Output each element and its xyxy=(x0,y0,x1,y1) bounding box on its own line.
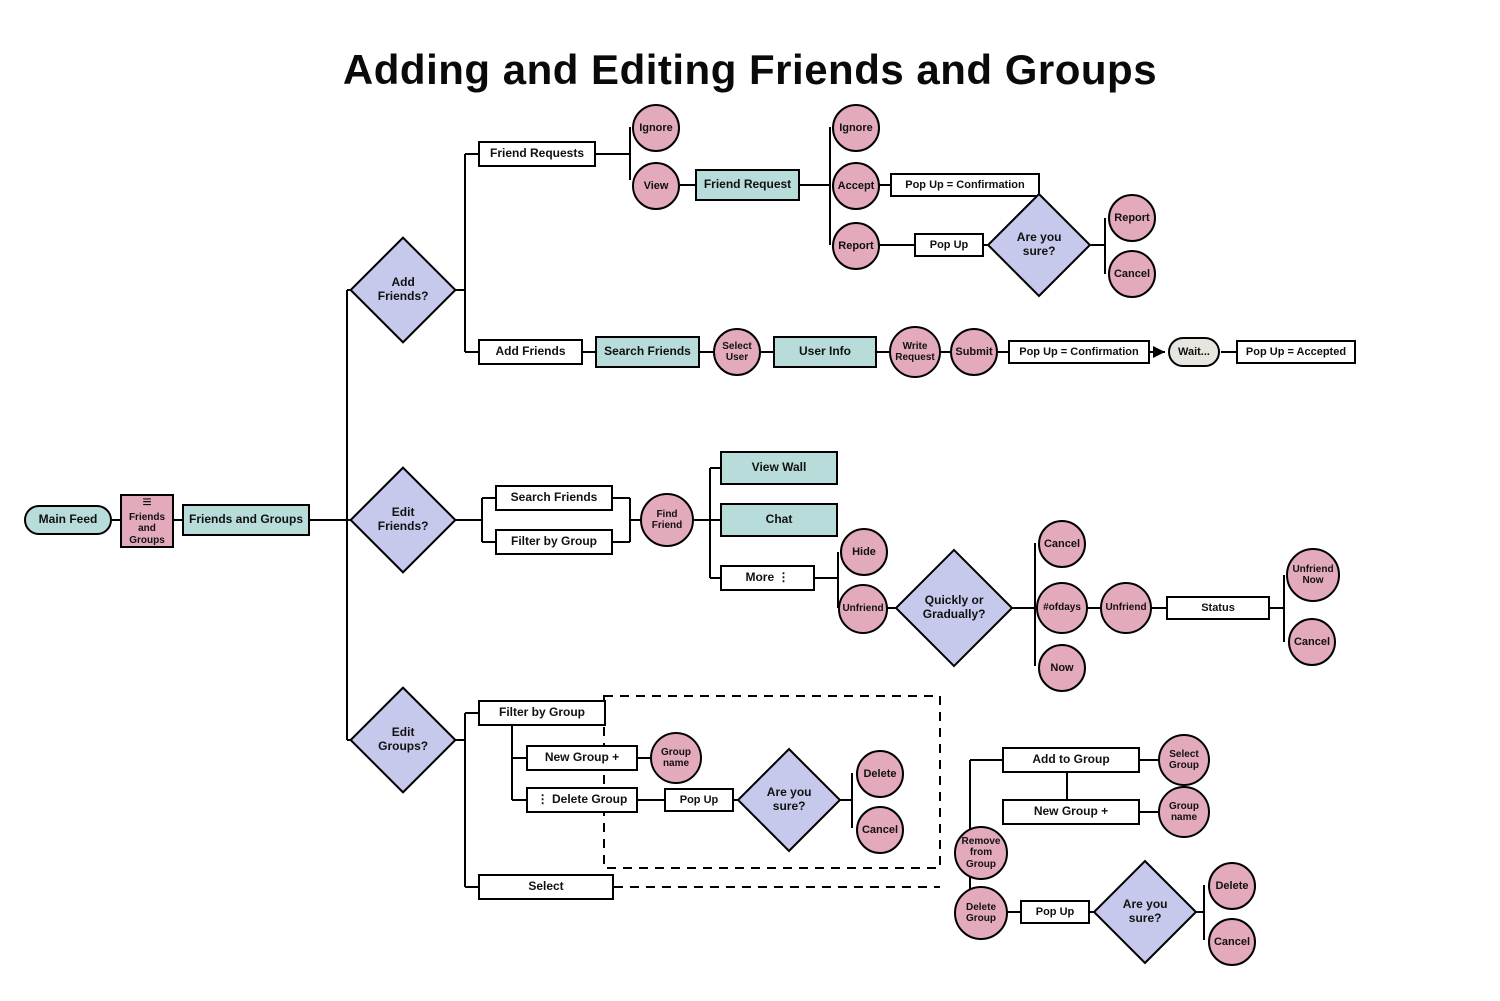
now: Now xyxy=(1038,644,1086,692)
hamburger-icon: ≡ xyxy=(142,496,151,510)
new-group-2: New Group + xyxy=(1002,799,1140,825)
popup-confirmation-1: Pop Up = Confirmation xyxy=(890,173,1040,197)
user-info: User Info xyxy=(773,336,877,368)
chat: Chat xyxy=(720,503,838,537)
status: Status xyxy=(1166,596,1270,620)
unfriend-1: Unfriend xyxy=(838,584,888,634)
decision-add-friends: Add Friends? xyxy=(349,236,456,343)
connector-lines xyxy=(0,0,1500,1001)
number-of-days: #ofdays xyxy=(1036,582,1088,634)
cancel-ef-2: Cancel xyxy=(1288,618,1336,666)
write-request: Write Request xyxy=(889,326,941,378)
ignore-2: Ignore xyxy=(832,104,880,152)
cancel-eg-1: Cancel xyxy=(856,806,904,854)
select-box: Select xyxy=(478,874,614,900)
friend-requests: Friend Requests xyxy=(478,141,596,167)
select-user: Select User xyxy=(713,328,761,376)
cancel-eg-2: Cancel xyxy=(1208,918,1256,966)
popup-accepted: Pop Up = Accepted xyxy=(1236,340,1356,364)
remove-from-group: Remove from Group xyxy=(954,826,1008,880)
are-you-sure-1: Are you sure? xyxy=(987,193,1092,298)
delete-group-2: Delete Group xyxy=(954,886,1008,940)
add-to-group: Add to Group xyxy=(1002,747,1140,773)
cancel-1: Cancel xyxy=(1108,250,1156,298)
start-main-feed: Main Feed xyxy=(24,505,112,535)
delete-group-1: ⋮ Delete Group xyxy=(526,787,638,813)
new-group-1: New Group + xyxy=(526,745,638,771)
view: View xyxy=(632,162,680,210)
flowchart-canvas: Adding and Editing Friends and Groups xyxy=(0,0,1500,1001)
ignore-1: Ignore xyxy=(632,104,680,152)
search-friends-2: Search Friends xyxy=(495,485,613,511)
popup-confirmation-2: Pop Up = Confirmation xyxy=(1008,340,1150,364)
find-friend: Find Friend xyxy=(640,493,694,547)
friends-and-groups-page: Friends and Groups xyxy=(182,504,310,536)
report-2: Report xyxy=(1108,194,1156,242)
friend-request: Friend Request xyxy=(695,169,800,201)
submit: Submit xyxy=(950,328,998,376)
delete-2: Delete xyxy=(1208,862,1256,910)
filter-by-group-1: Filter by Group xyxy=(495,529,613,555)
popup-1: Pop Up xyxy=(914,233,984,257)
filter-by-group-2: Filter by Group xyxy=(478,700,606,726)
are-you-sure-3: Are you sure? xyxy=(1093,860,1198,965)
are-you-sure-2: Are you sure? xyxy=(737,748,842,853)
page-title: Adding and Editing Friends and Groups xyxy=(0,46,1500,94)
group-name-2: Group name xyxy=(1158,786,1210,838)
delete-1: Delete xyxy=(856,750,904,798)
friends-groups-button: ≡ Friends and Groups xyxy=(120,494,174,548)
unfriend-2: Unfriend xyxy=(1100,582,1152,634)
popup-3: Pop Up xyxy=(1020,900,1090,924)
report: Report xyxy=(832,222,880,270)
hide: Hide xyxy=(840,528,888,576)
unfriend-now: Unfriend Now xyxy=(1286,548,1340,602)
group-name-1: Group name xyxy=(650,732,702,784)
quickly-gradually: Quickly or Gradually? xyxy=(895,549,1014,668)
select-group: Select Group xyxy=(1158,734,1210,786)
wait: Wait... xyxy=(1168,337,1220,367)
decision-edit-friends: Edit Friends? xyxy=(349,466,456,573)
accept: Accept xyxy=(832,162,880,210)
decision-edit-groups: Edit Groups? xyxy=(349,686,456,793)
view-wall: View Wall xyxy=(720,451,838,485)
add-friends-box: Add Friends xyxy=(478,339,583,365)
popup-2: Pop Up xyxy=(664,788,734,812)
search-friends-1: Search Friends xyxy=(595,336,700,368)
cancel-ef: Cancel xyxy=(1038,520,1086,568)
more: More ⋮ xyxy=(720,565,815,591)
